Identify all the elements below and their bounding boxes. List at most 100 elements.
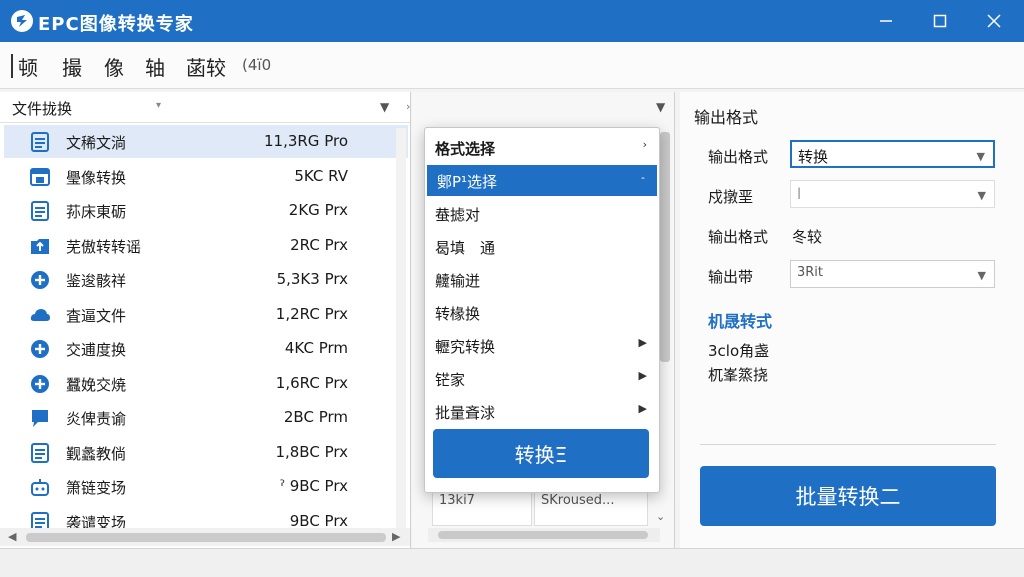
folder-upload-icon xyxy=(31,238,49,254)
toolbar-item-3[interactable]: 像 xyxy=(104,52,124,81)
document-icon xyxy=(31,442,49,463)
file-size: ˀ 9BC Prx xyxy=(279,477,348,495)
file-row[interactable]: 鉴逡骸祥 5,3K3 Prx xyxy=(4,263,408,296)
close-icon xyxy=(987,14,1001,28)
file-row[interactable]: 交逋度换 4KC Prm xyxy=(4,332,408,365)
menu-item[interactable]: 格式选择 › xyxy=(425,132,659,163)
maximize-button[interactable] xyxy=(910,0,970,42)
submenu-arrow-icon: ▶ xyxy=(638,369,647,382)
toolbar-item-5[interactable]: 菡较 xyxy=(186,52,226,81)
file-size: 1,2RC Prx xyxy=(275,304,348,323)
plus-circle-icon xyxy=(31,271,49,289)
plus-circle-icon xyxy=(31,374,49,393)
minimize-icon xyxy=(880,20,892,22)
horizontal-scrollbar[interactable]: ◀ ▶ xyxy=(0,528,410,546)
document-icon xyxy=(31,132,49,152)
menu-item[interactable]: 䶑输迸 xyxy=(425,264,659,295)
file-row[interactable]: 璺像转换 5KC RV xyxy=(4,160,408,193)
scroll-left-icon[interactable]: ◀ xyxy=(8,530,16,543)
file-size: 9BC Prx xyxy=(289,511,348,530)
output-band-label: 输出带 xyxy=(708,268,754,286)
vertical-scrollbar-thumb[interactable] xyxy=(660,132,670,362)
file-row[interactable]: 炎俾责谕 2BC Prm xyxy=(4,401,408,434)
robot-icon xyxy=(31,479,49,496)
app-title: EPC图像转换专家 xyxy=(38,14,194,35)
file-list-header: 文件拢换 ▾ ▼ xyxy=(0,92,410,123)
toolbar-item-6[interactable]: (4ï0 xyxy=(242,56,271,74)
output-format2-label: 输出格式 xyxy=(708,228,769,246)
file-name: 蠶娩交焼 xyxy=(66,375,127,394)
menu-item[interactable]: 转椽换 xyxy=(425,297,659,328)
output-settings-title: 输出格式 xyxy=(694,108,759,127)
output-format-select[interactable]: 转换 ▼ xyxy=(790,140,995,168)
chevron-down-icon: ▼ xyxy=(977,269,986,282)
menu-item[interactable]: 铓家 ▶ xyxy=(425,363,659,394)
chevron-right-icon[interactable]: › xyxy=(406,100,410,113)
vertical-scrollbar[interactable] xyxy=(396,128,406,528)
file-size: 2BC Prm xyxy=(283,408,348,426)
scroll-right-icon[interactable]: ▶ xyxy=(392,530,400,543)
chevron-down-icon[interactable]: ⌄ xyxy=(656,510,665,523)
menu-item-label: 鄋P¹选择 xyxy=(437,173,498,191)
file-row[interactable]: 芜傲转转谣 2RC Prx xyxy=(4,229,408,262)
advanced-settings-link[interactable]: 机晟转式 xyxy=(708,308,772,332)
scrollbar-thumb[interactable] xyxy=(26,533,386,542)
output-format-label: 输出格式 xyxy=(708,148,769,166)
context-menu: 格式选择 › 鄋P¹选择 - 蛬摅对曷填 通䶑输迸转椽换轣究转换 ▶ 铓家 ▶ 批量斊浗 ▶ 转换… xyxy=(424,127,660,493)
menu-item[interactable]: 蛬摅对 xyxy=(425,198,659,229)
mode-select[interactable]: l ▼ xyxy=(790,180,995,208)
file-row[interactable]: 査逼文件 1,2RC Prx xyxy=(4,298,408,331)
horizontal-scrollbar[interactable] xyxy=(428,528,660,542)
file-name: 炎俾责谕 xyxy=(66,410,127,428)
close-button[interactable] xyxy=(964,0,1024,42)
file-list-panel: 文件拢换 ▾ ▼ 文稀文淌 11,3RG Pro 璺像转换 5KC RV 荪床東砺 2KG… xyxy=(0,92,411,548)
toolbar-item-1[interactable]: 顿 xyxy=(18,52,38,81)
file-row[interactable]: 觐蠡教倘 1,8BC Prx xyxy=(4,436,408,469)
menu-item-label: 转椽换 xyxy=(435,305,481,323)
title-bar: EPC图像转换专家 xyxy=(0,0,1024,42)
file-name: 芜傲转转谣 xyxy=(66,237,142,256)
mode-value: l xyxy=(797,185,802,203)
preview-cell[interactable]: 13ki7 xyxy=(432,490,532,526)
dropdown-arrow-icon[interactable]: ▼ xyxy=(380,100,389,114)
file-row[interactable]: 荪床東砺 2KG Prx xyxy=(4,194,408,227)
divider xyxy=(700,444,996,445)
output-band-select[interactable]: 3Rit ▼ xyxy=(790,260,995,288)
file-name: 觐蠡教倘 xyxy=(66,444,127,463)
file-name: 鉴逡骸祥 xyxy=(66,272,127,290)
submenu-arrow-icon: ▶ xyxy=(638,336,647,349)
menu-item[interactable]: 曷填 通 xyxy=(425,231,659,262)
dropdown-arrow-icon[interactable]: ▼ xyxy=(656,100,665,114)
file-row[interactable]: 蠶娩交焼 1,6RC Prx xyxy=(4,367,408,400)
file-row[interactable]: 文稀文淌 11,3RG Pro xyxy=(4,125,408,158)
file-size: 2KG Prx xyxy=(288,201,348,219)
info-line-1: 3clo角盏 xyxy=(708,342,770,360)
file-name: 荪床東砺 xyxy=(66,203,127,221)
menu-item-label: 格式选择 xyxy=(435,140,496,158)
file-row[interactable]: 箫链变场 ˀ 9BC Prx xyxy=(4,470,408,503)
output-format-value: 转换 xyxy=(798,148,829,166)
batch-convert-button[interactable]: 批量转换二 xyxy=(700,466,996,526)
toolbar-item-2[interactable]: 撮 xyxy=(62,52,82,81)
file-name: 璺像转换 xyxy=(66,168,127,187)
menu-item-label: 蛬摅对 xyxy=(435,206,481,224)
convert-button[interactable]: 转换Ξ xyxy=(433,429,649,478)
chevron-down-icon: ▼ xyxy=(977,189,986,202)
menu-item[interactable]: 轣究转换 ▶ xyxy=(425,330,659,361)
minimize-button[interactable] xyxy=(856,0,916,42)
preview-cell[interactable]: SKroused... xyxy=(534,490,648,526)
scrollbar-thumb[interactable] xyxy=(438,531,648,539)
file-name: 文稀文淌 xyxy=(66,134,127,152)
menu-item[interactable]: 批量斊浗 ▶ xyxy=(425,396,659,427)
file-size: 4KC Prm xyxy=(284,339,348,357)
toolbar: 顿 撮 像 轴 菡较 (4ï0 xyxy=(0,42,1024,111)
sort-icon[interactable]: ▾ xyxy=(156,100,161,111)
toolbar-item-4[interactable]: 轴 xyxy=(145,52,165,81)
file-size: 11,3RG Pro xyxy=(263,132,348,150)
file-name: 査逼文件 xyxy=(66,306,127,325)
output-settings-panel: 输出格式 输出格式 转换 ▼ 戍撴垩 l ▼ 输出格式 冬较 输出带 3Rit … xyxy=(680,92,1024,548)
menu-item[interactable]: 鄋P¹选择 - xyxy=(427,165,657,196)
cloud-icon xyxy=(30,308,50,321)
info-line-2: 杌峯篜挠 xyxy=(708,366,769,384)
menu-item-label: 䶑输迸 xyxy=(435,272,481,290)
